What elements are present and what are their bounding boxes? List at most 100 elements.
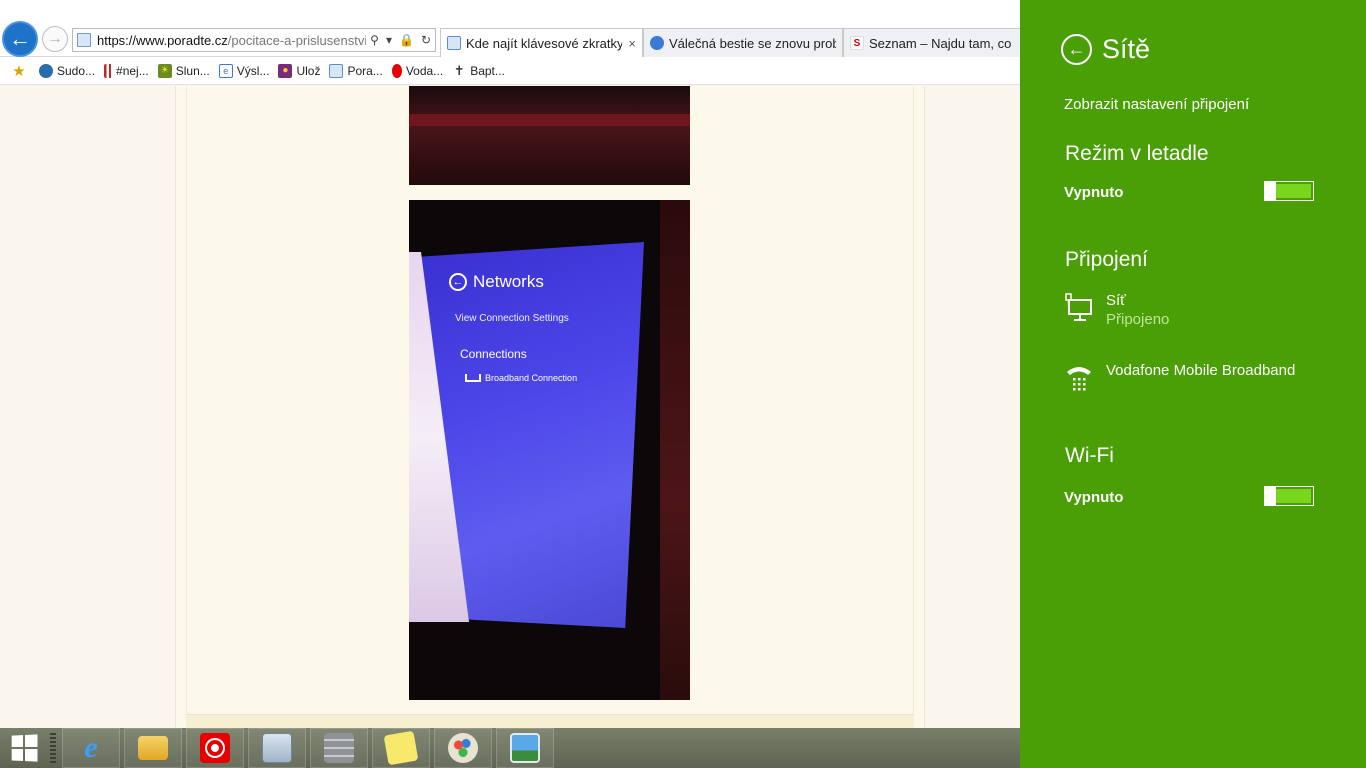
- favorite-link[interactable]: ✝ Bapt...: [452, 63, 505, 78]
- monitor-icon: [262, 733, 292, 763]
- taskbar-sticky-notes[interactable]: [372, 728, 430, 768]
- tab-label: Seznam – Najdu tam, co nezn: [869, 35, 1014, 51]
- photo-frame: [660, 200, 690, 700]
- favorite-link[interactable]: #nej...: [104, 63, 149, 78]
- view-connection-settings-link[interactable]: Zobrazit nastavení připojení: [1064, 96, 1249, 113]
- network-item-vodafone[interactable]: Vodafone Mobile Broadband: [1064, 362, 1295, 392]
- site-icon: [329, 63, 344, 78]
- back-button[interactable]: ←: [2, 21, 38, 57]
- network-item-sit[interactable]: Síť Připojeno: [1064, 292, 1169, 328]
- photo-broadband-item: Broadband Connection: [465, 373, 577, 383]
- article-photo-networks[interactable]: ← Networks View Connection Settings Conn…: [409, 200, 690, 700]
- favorite-label: Ulož: [296, 63, 321, 78]
- lock-icon[interactable]: 🔒: [399, 33, 414, 47]
- favorite-label: Sudo...: [57, 63, 96, 78]
- toggle-thumb[interactable]: [1265, 181, 1276, 201]
- vodafone-icon: [391, 63, 402, 78]
- site-favicon-icon: [447, 36, 461, 50]
- favorite-label: Slun...: [175, 63, 210, 78]
- broadband-icon: [465, 374, 481, 382]
- sun-icon: ☀: [157, 63, 172, 78]
- favorites-star-button[interactable]: ★: [12, 63, 30, 80]
- browser-window: ← → https://www.poradte.cz/pocitace-a-pr…: [0, 0, 1020, 728]
- web-page: ← Networks View Connection Settings Conn…: [0, 86, 1020, 728]
- article-photo-top[interactable]: [409, 86, 690, 185]
- browser-toolbar: ← → https://www.poradte.cz/pocitace-a-pr…: [0, 0, 1020, 57]
- photo-title-text: Networks: [473, 272, 544, 291]
- taskbar-performance-monitor[interactable]: [248, 728, 306, 768]
- tab-kde-najit[interactable]: Kde najít klávesové zkratky ... ×: [440, 28, 643, 57]
- back-arrow-icon: ←: [449, 273, 467, 291]
- favorite-link[interactable]: ☀ Slun...: [157, 63, 210, 78]
- charm-back-button[interactable]: ←: [1061, 34, 1092, 65]
- airplane-mode-toggle[interactable]: [1264, 181, 1314, 201]
- arrow-left-icon: ←: [1067, 39, 1086, 59]
- bookmark-icon: ●: [278, 63, 293, 78]
- wifi-toggle[interactable]: [1264, 486, 1314, 506]
- favorite-link[interactable]: Sudo...: [39, 63, 96, 78]
- toggle-thumb[interactable]: [1265, 486, 1276, 506]
- tab-valecna-bestie[interactable]: Válečná bestie se znovu probo...: [643, 28, 843, 57]
- tab-strip: Kde najít klávesové zkratky ... × Válečn…: [440, 28, 1020, 57]
- search-icon[interactable]: ⚲: [370, 33, 379, 47]
- seznam-icon: S: [850, 36, 864, 50]
- favorite-link[interactable]: e Výsl...: [218, 63, 270, 78]
- photo-networks-title: ← Networks: [449, 272, 544, 292]
- palette-icon: [448, 733, 478, 763]
- forward-button[interactable]: →: [42, 26, 68, 52]
- taskbar-photo-viewer[interactable]: [496, 728, 554, 768]
- wired-network-icon: [1064, 292, 1094, 322]
- airplane-mode-state: Vypnuto: [1064, 184, 1124, 201]
- favorite-link[interactable]: Voda...: [391, 63, 444, 78]
- networks-charm-panel: ← Sítě Zobrazit nastavení připojení Reži…: [1020, 0, 1366, 768]
- brick-wall-icon: [324, 733, 354, 763]
- arrow-left-icon: ←: [9, 26, 31, 51]
- address-bar[interactable]: https://www.poradte.cz/pocitace-a-prislu…: [72, 28, 436, 52]
- taskbar: e: [0, 728, 1020, 768]
- internet-explorer-icon: e: [84, 731, 98, 764]
- photo-connections-heading: Connections: [460, 347, 527, 361]
- taskbar-paint[interactable]: [434, 728, 492, 768]
- globe-icon: [39, 63, 53, 78]
- favorite-label: #nej...: [116, 63, 149, 78]
- url-text[interactable]: https://www.poradte.cz/pocitace-a-prislu…: [97, 33, 366, 48]
- url-host: https://www.poradte.cz: [97, 32, 228, 48]
- ie-icon: e: [218, 63, 233, 78]
- photo-edge: [409, 114, 690, 126]
- windows-logo-icon: [11, 734, 38, 762]
- favorite-link[interactable]: Pora...: [329, 63, 383, 78]
- address-bar-actions: ⚲ ▾ 🔒 ↻: [370, 33, 431, 47]
- photo-settings-link: View Connection Settings: [455, 313, 569, 324]
- airplane-mode-title: Režim v letadle: [1065, 142, 1209, 165]
- mobile-broadband-icon: [1064, 362, 1094, 392]
- charm-title: Sítě: [1102, 34, 1151, 64]
- start-button[interactable]: [0, 728, 48, 768]
- site-favicon-icon: [77, 33, 91, 47]
- picture-icon: [510, 733, 540, 763]
- tab-close-icon[interactable]: ×: [628, 36, 636, 51]
- wifi-title: Wi-Fi: [1065, 444, 1114, 467]
- refresh-icon[interactable]: ↻: [421, 33, 431, 47]
- favorite-link[interactable]: ● Ulož: [278, 63, 321, 78]
- tab-seznam[interactable]: S Seznam – Najdu tam, co nezn: [843, 28, 1020, 57]
- connections-title: Připojení: [1065, 248, 1148, 271]
- sticky-note-icon: [383, 730, 419, 766]
- arrow-right-icon: →: [47, 30, 63, 47]
- taskbar-vodafone[interactable]: [186, 728, 244, 768]
- favorite-label: Pora...: [347, 63, 383, 78]
- charm-header: ← Sítě: [1061, 34, 1150, 65]
- tab-label: Kde najít klávesové zkratky ...: [466, 35, 623, 51]
- taskbar-firewall[interactable]: [310, 728, 368, 768]
- favorite-label: Voda...: [405, 63, 444, 78]
- ie-icon: [650, 36, 664, 50]
- taskbar-grip[interactable]: [50, 733, 56, 763]
- favorite-label: Výsl...: [236, 63, 270, 78]
- dropdown-icon[interactable]: ▾: [386, 33, 392, 47]
- page-footer-band: [186, 714, 914, 728]
- taskbar-internet-explorer[interactable]: e: [62, 728, 120, 768]
- folder-icon: [138, 736, 168, 760]
- taskbar-file-explorer[interactable]: [124, 728, 182, 768]
- wifi-state: Vypnuto: [1064, 489, 1124, 506]
- tab-label: Válečná bestie se znovu probo...: [669, 35, 836, 51]
- vodafone-icon: [200, 733, 230, 763]
